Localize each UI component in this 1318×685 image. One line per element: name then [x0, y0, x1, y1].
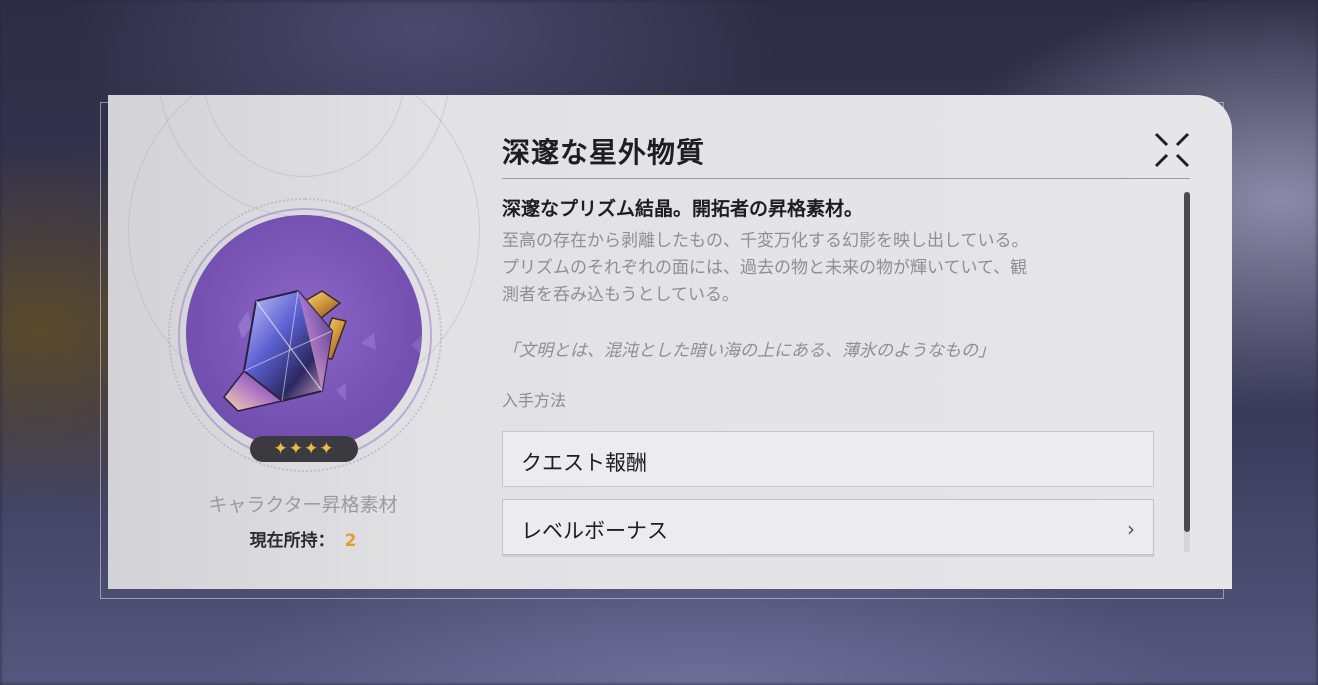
item-icon-background	[186, 215, 422, 451]
item-description: 至高の存在から剥離したもの、千変万化する幻影を映し出している。 プリズムのそれぞ…	[502, 228, 1182, 309]
item-title: 深邃な星外物質	[502, 136, 706, 169]
rarity-stars: ✦✦✦✦	[250, 436, 358, 462]
prism-crystal-icon	[223, 289, 422, 451]
description-line: 至高の存在から剥離したもの、千変万化する幻影を映し出している。	[502, 231, 1029, 251]
close-x-icon	[1154, 132, 1190, 168]
item-preview: ✦✦✦✦ キャラクター昇格素材 現在所持： 2	[108, 95, 498, 589]
owned-count: 現在所持： 2	[108, 526, 498, 551]
item-quote: 「文明とは、混沌とした暗い海の上にある、薄氷のようなもの」	[502, 341, 995, 361]
title-divider	[502, 178, 1190, 179]
owned-label: 現在所持：	[249, 531, 335, 551]
owned-number: 2	[344, 531, 357, 551]
obtain-heading: 入手方法	[502, 391, 567, 410]
close-button[interactable]	[1151, 129, 1193, 171]
item-subtitle: 深邃なプリズム結晶。開拓者の昇格素材。	[502, 198, 864, 220]
item-detail-scroll-area[interactable]: 深邃なプリズム結晶。開拓者の昇格素材。 至高の存在から剥離したもの、千変万化する…	[502, 190, 1192, 589]
scrollbar-thumb[interactable]	[1184, 192, 1190, 532]
item-detail-panel: ✦✦✦✦ キャラクター昇格素材 現在所持： 2 深邃な星外物質 深邃なプリズム結晶…	[108, 95, 1232, 589]
item-type-label: キャラクター昇格素材	[208, 494, 398, 516]
chevron-right-icon: ›	[1127, 517, 1135, 541]
source-label: レベルボーナス	[521, 519, 668, 543]
description-line: 測者を呑み込もうとしている。	[502, 285, 739, 305]
source-level-bonus-button[interactable]: レベルボーナス ›	[502, 499, 1154, 555]
source-label: クエスト報酬	[521, 451, 647, 475]
source-quest-reward: クエスト報酬	[502, 431, 1154, 487]
description-line: プリズムのそれぞれの面には、過去の物と未来の物が輝いていて、観	[502, 258, 1028, 278]
